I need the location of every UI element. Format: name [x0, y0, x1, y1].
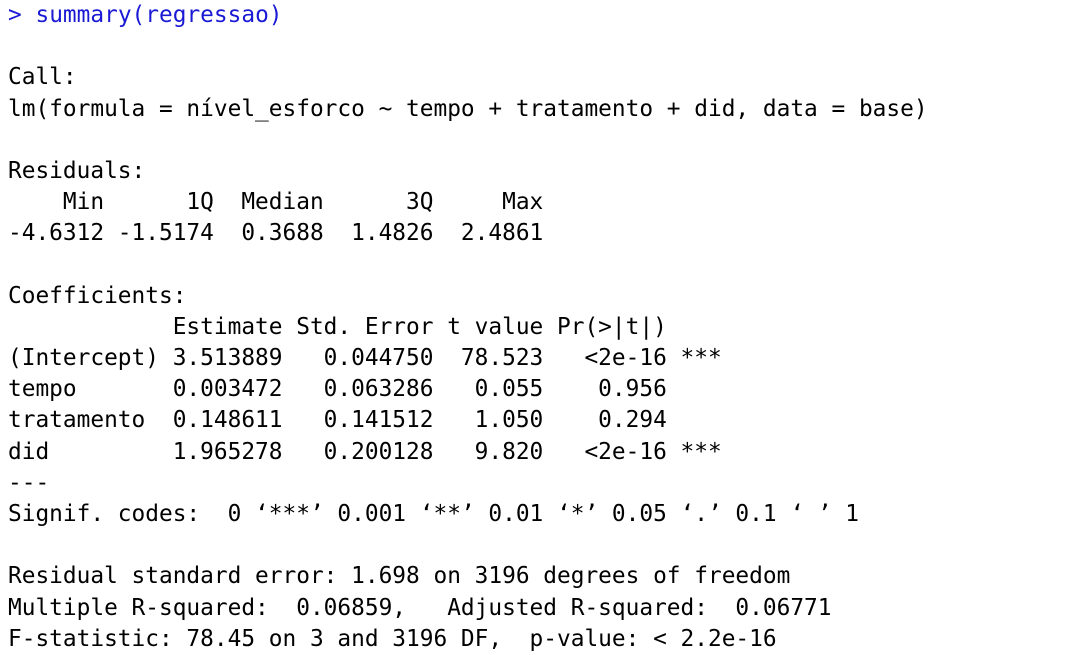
coefficient-row-intercept: (Intercept) 3.513889 0.044750 78.523 <2e…: [8, 345, 722, 372]
call-label: Call:: [8, 64, 77, 91]
residuals-label: Residuals:: [8, 157, 146, 184]
residuals-header: Min 1Q Median 3Q Max: [8, 189, 557, 216]
coefficients-label: Coefficients:: [8, 282, 187, 309]
residuals-values: -4.6312 -1.5174 0.3688 1.4826 2.4861: [8, 220, 557, 247]
separator-line: ---: [8, 469, 50, 496]
coefficient-row-tempo: tempo 0.003472 0.063286 0.055 0.956: [8, 376, 722, 403]
signif-codes: Signif. codes: 0 ‘***’ 0.001 ‘**’ 0.01 ‘…: [8, 501, 859, 527]
command-text: summary(regressao): [35, 2, 283, 28]
coefficient-row-tratamento: tratamento 0.148611 0.141512 1.050 0.294: [8, 407, 722, 434]
f-statistic-line: F-statistic: 78.45 on 3 and 3196 DF, p-v…: [8, 625, 777, 652]
residual-standard-error: Residual standard error: 1.698 on 3196 d…: [8, 563, 791, 590]
r-console[interactable]: > summary(regressao) Call: lm(formula = …: [0, 0, 1086, 652]
call-formula: lm(formula = nível_esforco ~ tempo + tra…: [8, 95, 928, 122]
coefficient-row-did: did 1.965278 0.200128 9.820 <2e-16 ***: [8, 438, 722, 465]
prompt-symbol: >: [8, 2, 22, 28]
command-line: > summary(regressao): [8, 0, 1086, 31]
r-squared-line: Multiple R-squared: 0.06859, Adjusted R-…: [8, 594, 846, 621]
coefficients-header: Estimate Std. Error t value Pr(>|t|): [8, 313, 722, 340]
